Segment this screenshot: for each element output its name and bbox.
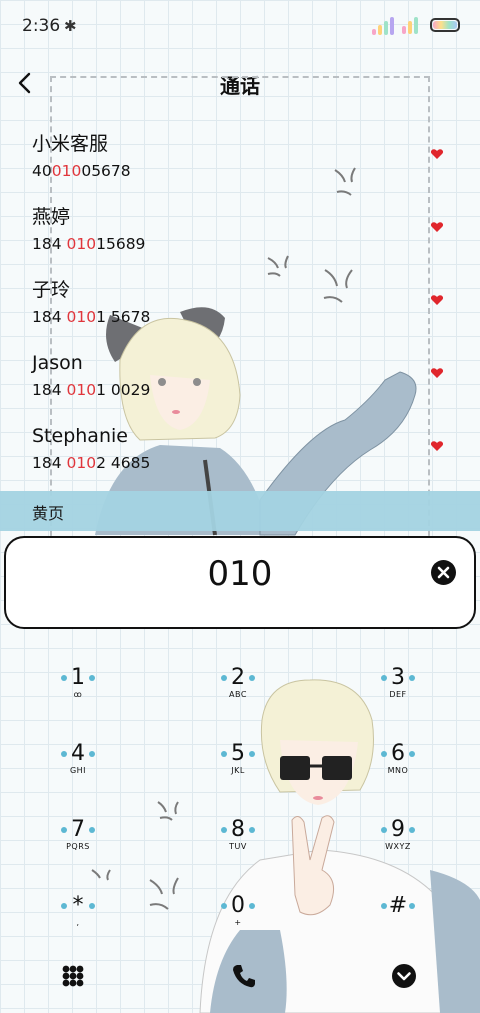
contact-item[interactable]: 子玲 184 0101 5678	[32, 278, 452, 348]
contact-name: 燕婷	[32, 206, 71, 228]
contact-name: Stephanie	[32, 425, 128, 447]
wifi-icon	[402, 14, 424, 34]
dialpad-key-9[interactable]: 9 WXYZ	[358, 818, 438, 878]
dialpad-key-7[interactable]: 7 PQRS	[38, 818, 118, 878]
voicemail-icon: ꝏ	[73, 690, 83, 699]
heart-icon	[430, 222, 444, 232]
contact-number: 4001005678	[32, 162, 131, 180]
battery-icon	[430, 18, 460, 32]
contact-name: Jason	[32, 352, 83, 374]
contact-name: 小米客服	[32, 133, 109, 155]
contact-item[interactable]: 小米客服 4001005678	[32, 132, 452, 202]
dialpad-key-2[interactable]: 2 ABC	[198, 666, 278, 726]
close-circle-icon[interactable]	[431, 560, 456, 585]
dialpad-key-0[interactable]: 0 +	[198, 894, 278, 954]
heart-icon	[430, 441, 444, 451]
contact-item[interactable]: 燕婷 184 01015689	[32, 205, 452, 275]
dialpad-key-1[interactable]: 1 ꝏ	[38, 666, 118, 726]
bluetooth-icon: ✱	[64, 17, 77, 35]
section-label-yellow-pages[interactable]: 黄页	[32, 500, 64, 524]
dialpad-key-5[interactable]: 5 JKL	[198, 742, 278, 802]
contact-item[interactable]: Stephanie 184 0102 4685	[32, 424, 452, 494]
status-time: 2:36	[22, 16, 61, 36]
heart-icon	[430, 368, 444, 378]
contact-name: 子玲	[32, 279, 71, 301]
signal-icon	[372, 15, 398, 35]
contact-number: 184 0101 0029	[32, 381, 151, 399]
dialpad-key-star[interactable]: * ,	[38, 894, 118, 954]
dialpad-key-3[interactable]: 3 DEF	[358, 666, 438, 726]
phone-icon[interactable]	[228, 960, 260, 992]
dial-number-display[interactable]: 010	[0, 554, 480, 594]
dialpad-key-hash[interactable]: #	[358, 894, 438, 954]
contact-number: 184 0102 4685	[32, 454, 151, 472]
section-header-bar	[0, 491, 480, 531]
contact-number: 184 01015689	[32, 235, 146, 253]
dialpad-key-8[interactable]: 8 TUV	[198, 818, 278, 878]
dialpad-grid-icon[interactable]	[57, 960, 89, 992]
heart-icon	[430, 149, 444, 159]
contact-number: 184 0101 5678	[32, 308, 151, 326]
status-bar: 2:36 ✱	[0, 0, 480, 52]
chevron-down-circle-icon[interactable]	[388, 960, 420, 992]
dialpad-key-4[interactable]: 4 GHI	[38, 742, 118, 802]
dialpad-key-6[interactable]: 6 MNO	[358, 742, 438, 802]
contact-item[interactable]: Jason 184 0101 0029	[32, 351, 452, 421]
heart-icon	[430, 295, 444, 305]
